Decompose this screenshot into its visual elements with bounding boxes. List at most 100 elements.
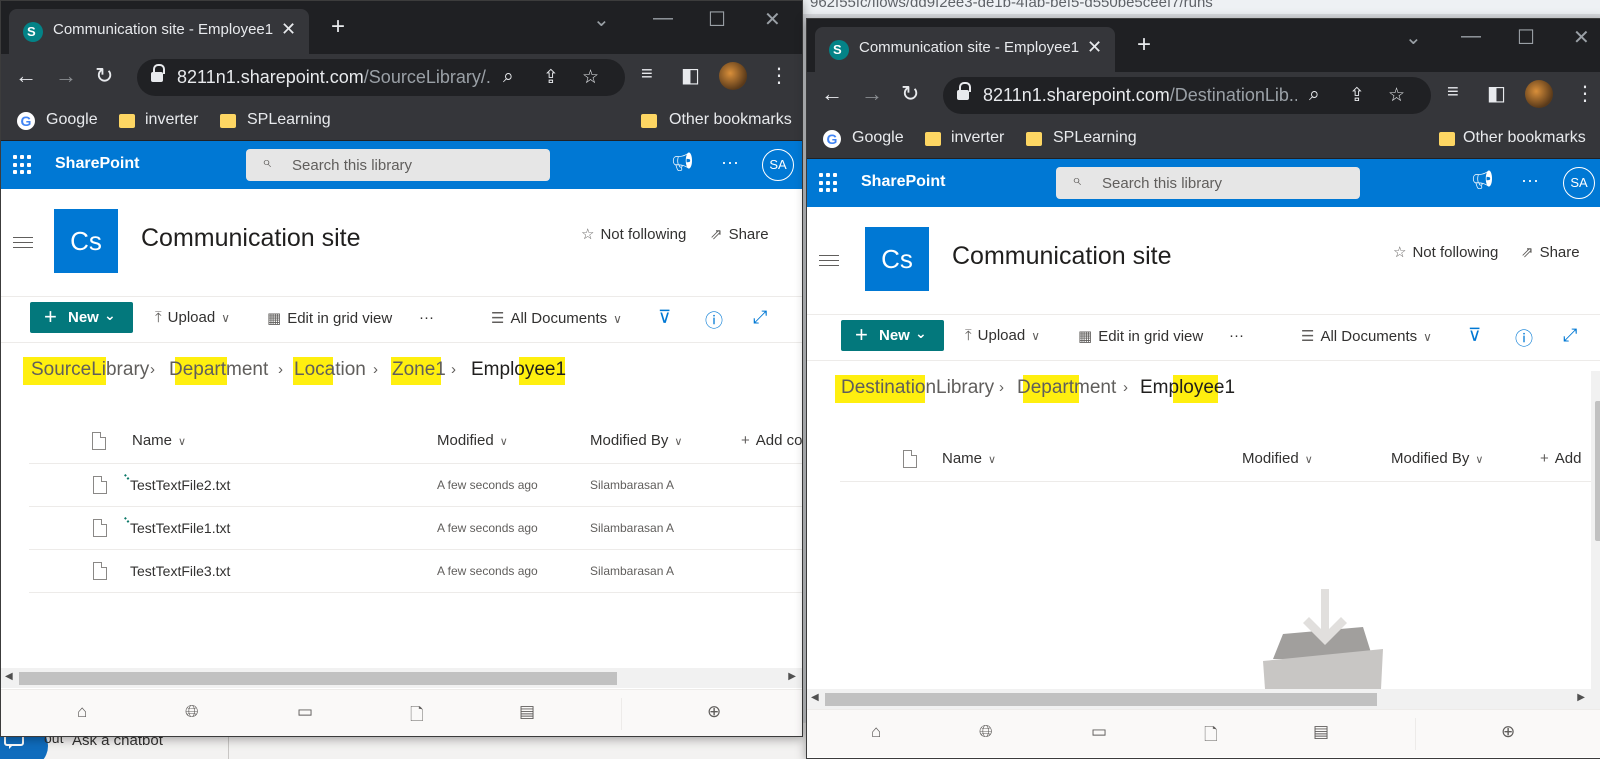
filter-icon[interactable]: ⊽ <box>1468 325 1481 346</box>
more-icon[interactable]: ··· <box>1521 170 1539 191</box>
scrollbar-thumb[interactable] <box>1595 401 1600 541</box>
tab-search-icon[interactable]: ⌄ <box>1405 25 1422 50</box>
view-selector[interactable]: ☰ All Documents ∨ <box>491 309 622 327</box>
home-icon[interactable]: ⌂ <box>77 702 87 722</box>
table-row[interactable]: TestTextFile2.txt A few seconds ago Sila… <box>29 464 802 507</box>
app-launcher-icon[interactable] <box>13 155 33 175</box>
follow-button[interactable]: ☆ Not following <box>1393 243 1498 261</box>
create-icon[interactable]: ⊕ <box>1501 722 1515 742</box>
bookmark-star-icon[interactable]: ☆ <box>582 66 599 89</box>
share-button[interactable]: ⇗ Share <box>1521 243 1580 261</box>
profile-avatar[interactable] <box>1525 80 1553 108</box>
filter-icon[interactable]: ⊽ <box>658 307 671 328</box>
table-row[interactable]: TestTextFile3.txt A few seconds ago Sila… <box>29 550 802 593</box>
globe-icon[interactable]: 🌐︎ <box>185 702 199 722</box>
share-page-icon[interactable]: ⇪ <box>543 66 559 89</box>
table-row[interactable]: TestTextFile1.txt A few seconds ago Sila… <box>29 507 802 550</box>
sharepoint-title[interactable]: SharePoint <box>55 155 139 173</box>
side-panel-icon[interactable]: ◧ <box>681 63 700 88</box>
reload-icon[interactable]: ↻ <box>95 63 113 89</box>
zoom-icon[interactable]: ⌕ <box>503 66 514 88</box>
user-avatar[interactable]: SA <box>762 149 794 181</box>
horizontal-scrollbar[interactable]: ◀ ▶ <box>1 668 802 688</box>
address-bar[interactable]: 8211n1.sharepoint.com/DestinationLib... … <box>943 77 1431 114</box>
bookmark-inverter[interactable]: inverter <box>951 129 1004 147</box>
side-panel-icon[interactable]: ◧ <box>1487 81 1506 106</box>
site-logo[interactable]: Cs <box>865 227 929 291</box>
home-icon[interactable]: ⌂ <box>871 722 881 742</box>
horizontal-scrollbar[interactable]: ◀ ▶ <box>807 689 1600 709</box>
file-name[interactable]: TestTextFile1.txt <box>130 520 230 536</box>
maximize-icon[interactable]: ☐ <box>1517 25 1535 50</box>
file-type-icon[interactable] <box>92 432 106 450</box>
info-icon[interactable]: ⓘ <box>1515 325 1533 351</box>
bookmark-other[interactable]: Other bookmarks <box>669 111 792 129</box>
media-icon[interactable]: ≡ <box>641 63 653 86</box>
close-tab-icon[interactable]: ✕ <box>1087 37 1102 58</box>
bookmark-star-icon[interactable]: ☆ <box>1388 84 1405 107</box>
bookmark-splearning[interactable]: SPLearning <box>247 111 331 129</box>
breadcrumb-item[interactable]: SourceLibrary <box>31 359 149 381</box>
new-tab-icon[interactable]: + <box>331 13 345 41</box>
browser-tab[interactable]: S Communication site - Employee1 ✕ <box>9 9 309 54</box>
bookmark-inverter[interactable]: inverter <box>145 111 198 129</box>
column-modified[interactable]: Modified ∨ <box>1242 450 1313 467</box>
menu-icon[interactable]: ⋮ <box>1575 81 1595 106</box>
bookmark-google[interactable]: Google <box>46 111 98 129</box>
scroll-left-icon[interactable]: ◀ <box>5 671 13 682</box>
follow-button[interactable]: ☆ Not following <box>581 225 686 243</box>
bookmark-other[interactable]: Other bookmarks <box>1463 129 1586 147</box>
media-icon[interactable]: ≡ <box>1447 81 1459 104</box>
megaphone-icon[interactable]: 📢︎ <box>671 152 694 173</box>
vertical-scrollbar[interactable] <box>1591 371 1600 693</box>
close-window-icon[interactable]: ✕ <box>1573 25 1590 50</box>
news-icon[interactable]: ▭ <box>297 702 313 722</box>
menu-icon[interactable]: ⋮ <box>769 63 789 88</box>
back-icon[interactable]: ← <box>15 63 37 89</box>
close-window-icon[interactable]: ✕ <box>764 7 781 32</box>
user-avatar[interactable]: SA <box>1563 167 1595 199</box>
address-bar[interactable]: 8211n1.sharepoint.com/SourceLibrary/... … <box>137 59 625 96</box>
file-type-icon[interactable] <box>903 450 917 468</box>
new-button[interactable]: + New ⌄ <box>30 302 133 333</box>
scroll-right-icon[interactable]: ▶ <box>1577 692 1585 703</box>
lists-icon[interactable]: ▤ <box>1313 722 1329 742</box>
bookmark-google[interactable]: Google <box>852 129 904 147</box>
scroll-left-icon[interactable]: ◀ <box>811 692 819 703</box>
view-selector[interactable]: ☰ All Documents ∨ <box>1301 327 1432 345</box>
more-commands-icon[interactable]: ··· <box>419 309 434 326</box>
upload-button[interactable]: ⤒ Upload ∨ <box>155 309 230 326</box>
modified-by-cell[interactable]: Silambarasan A <box>590 521 674 535</box>
create-icon[interactable]: ⊕ <box>707 702 721 722</box>
forward-icon[interactable]: → <box>861 81 883 107</box>
share-button[interactable]: ⇗ Share <box>710 225 769 243</box>
column-name[interactable]: Name ∨ <box>942 450 996 467</box>
expand-icon[interactable]: ⤢ <box>1563 325 1577 346</box>
app-launcher-icon[interactable] <box>819 173 839 193</box>
column-modified-by[interactable]: Modified By ∨ <box>1391 450 1483 467</box>
scroll-right-icon[interactable]: ▶ <box>788 671 796 682</box>
bookmark-splearning[interactable]: SPLearning <box>1053 129 1137 147</box>
profile-avatar[interactable] <box>719 62 747 90</box>
modified-by-cell[interactable]: Silambarasan A <box>590 478 674 492</box>
more-icon[interactable]: ··· <box>721 152 739 173</box>
scrollbar-thumb[interactable] <box>825 693 1377 706</box>
column-modified-by[interactable]: Modified By ∨ <box>590 432 682 449</box>
more-commands-icon[interactable]: ··· <box>1229 327 1244 344</box>
sharepoint-title[interactable]: SharePoint <box>861 173 945 191</box>
file-icon[interactable]: 🗋︎ <box>410 702 424 731</box>
new-tab-icon[interactable]: + <box>1137 31 1151 59</box>
add-column-button[interactable]: + Add <box>1540 450 1581 467</box>
share-page-icon[interactable]: ⇪ <box>1349 84 1365 107</box>
close-tab-icon[interactable]: ✕ <box>281 19 296 40</box>
megaphone-icon[interactable]: 📢︎ <box>1471 170 1494 191</box>
new-button[interactable]: + New ⌄ <box>841 320 944 351</box>
url-text[interactable]: 8211n1.sharepoint.com/DestinationLib... <box>983 85 1297 106</box>
edit-grid-button[interactable]: ▦ Edit in grid view <box>1078 327 1203 345</box>
site-title[interactable]: Communication site <box>952 242 1172 271</box>
minimize-icon[interactable]: — <box>1461 25 1481 48</box>
tab-search-icon[interactable]: ⌄ <box>593 7 610 32</box>
breadcrumb-item[interactable]: Department <box>169 359 268 381</box>
globe-icon[interactable]: 🌐︎ <box>979 722 993 742</box>
breadcrumb-item[interactable]: Zone1 <box>392 359 446 381</box>
